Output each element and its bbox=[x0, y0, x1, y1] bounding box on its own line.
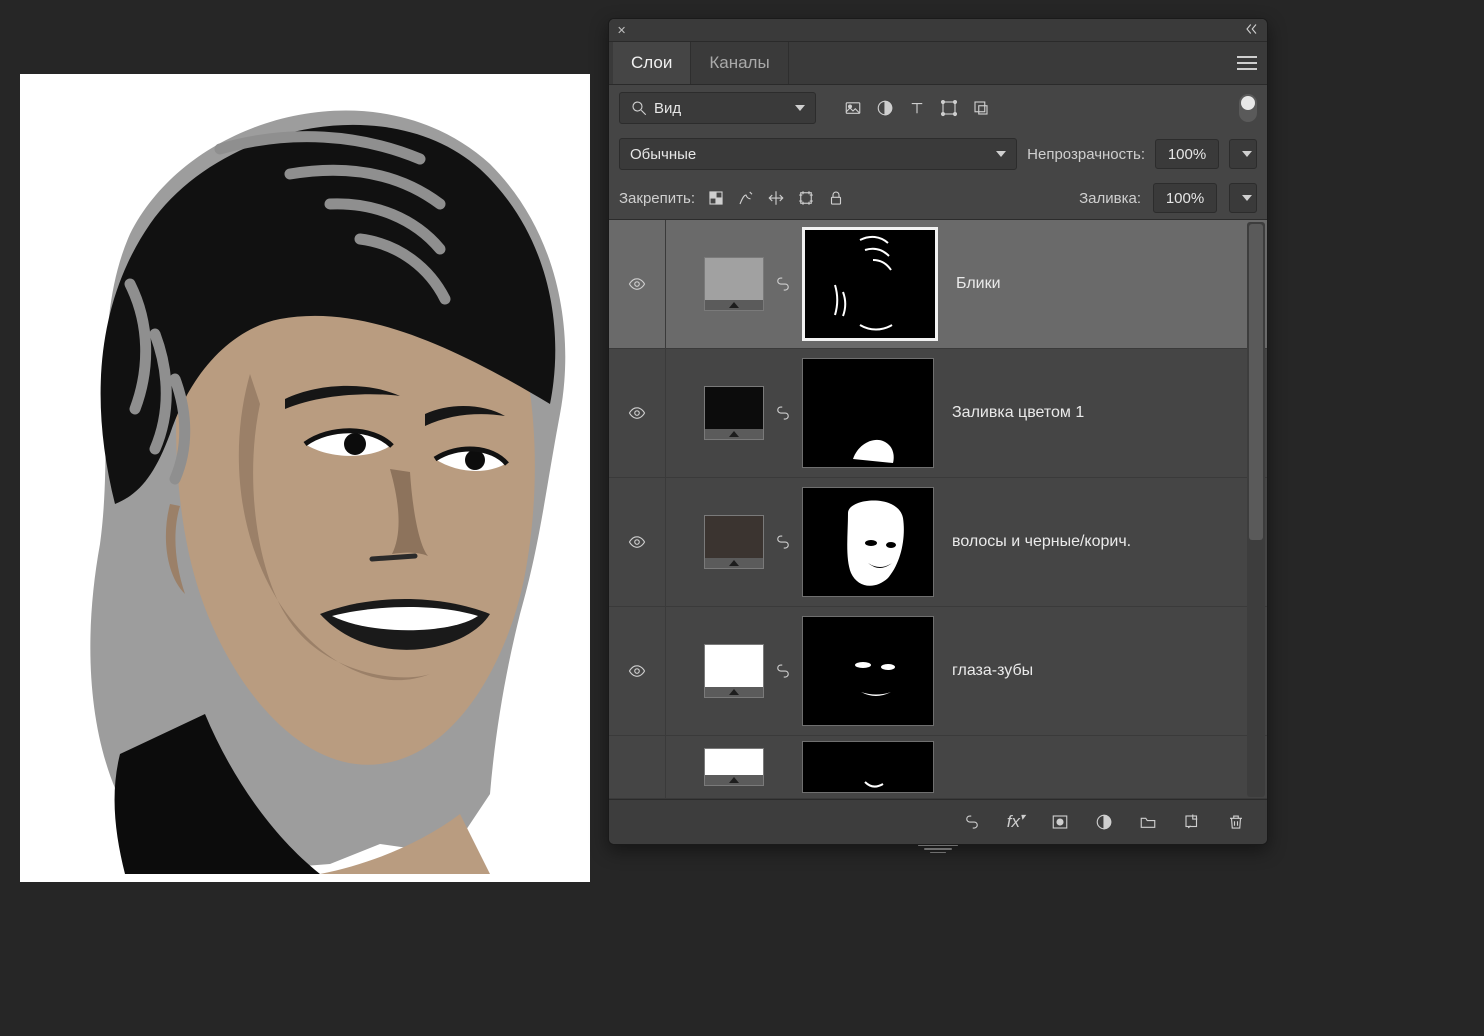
opacity-stepper[interactable] bbox=[1229, 139, 1257, 169]
visibility-toggle[interactable] bbox=[609, 736, 666, 798]
blend-mode-select[interactable]: Обычные bbox=[619, 138, 1017, 170]
opacity-label[interactable]: Непрозрачность: bbox=[1027, 146, 1145, 163]
filter-row: Вид bbox=[609, 85, 1267, 131]
visibility-toggle[interactable] bbox=[609, 607, 666, 735]
filter-type-icon[interactable] bbox=[908, 99, 926, 117]
layer-row[interactable]: Заливка цветом 1 bbox=[609, 349, 1267, 478]
filter-toggle[interactable] bbox=[1239, 94, 1257, 122]
collapse-icon[interactable] bbox=[1241, 20, 1259, 41]
layer-mask-thumb[interactable] bbox=[802, 616, 934, 726]
layer-name[interactable]: волосы и черные/корич. bbox=[952, 533, 1131, 551]
layer-mask-thumb[interactable] bbox=[802, 227, 938, 341]
layer-kind-label: Вид bbox=[654, 100, 681, 117]
layer-mask-thumb[interactable] bbox=[802, 487, 934, 597]
layers-list: Блики Заливка цветом 1 bbox=[609, 219, 1267, 799]
fill-value[interactable]: 100% bbox=[1153, 183, 1217, 213]
add-mask-icon[interactable] bbox=[1051, 813, 1069, 831]
layer-mask-thumb[interactable] bbox=[802, 358, 934, 468]
layer-name[interactable]: Заливка цветом 1 bbox=[952, 404, 1084, 422]
layer-fill-thumb[interactable] bbox=[704, 748, 764, 786]
mask-link-icon[interactable] bbox=[764, 533, 802, 551]
tab-layers[interactable]: Слои bbox=[613, 42, 691, 84]
blend-mode-value: Обычные bbox=[630, 146, 696, 163]
mask-link-icon[interactable] bbox=[764, 404, 802, 422]
lock-transparent-icon[interactable] bbox=[707, 189, 725, 207]
opacity-value[interactable]: 100% bbox=[1155, 139, 1219, 169]
lock-artboard-icon[interactable] bbox=[797, 189, 815, 207]
lock-row: Закрепить: Заливка: 100% bbox=[609, 177, 1267, 219]
new-layer-icon[interactable] bbox=[1183, 813, 1201, 831]
fill-stepper[interactable] bbox=[1229, 183, 1257, 213]
lock-label: Закрепить: bbox=[619, 190, 695, 207]
visibility-toggle[interactable] bbox=[609, 220, 666, 348]
layer-kind-select[interactable]: Вид bbox=[619, 92, 816, 124]
panel-titlebar[interactable]: ✕ bbox=[609, 19, 1267, 42]
filter-adjustment-icon[interactable] bbox=[876, 99, 894, 117]
visibility-toggle[interactable] bbox=[609, 349, 666, 477]
layer-fill-thumb[interactable] bbox=[704, 386, 764, 440]
filter-icons bbox=[844, 99, 990, 117]
close-icon[interactable]: ✕ bbox=[617, 24, 626, 37]
fx-icon[interactable]: fx▾ bbox=[1007, 812, 1025, 832]
layer-fill-thumb[interactable] bbox=[704, 257, 764, 311]
layer-row[interactable] bbox=[609, 736, 1267, 799]
blend-row: Обычные Непрозрачность: 100% bbox=[609, 131, 1267, 177]
resize-grip[interactable] bbox=[911, 845, 965, 853]
filter-smartobject-icon[interactable] bbox=[972, 99, 990, 117]
new-group-icon[interactable] bbox=[1139, 813, 1157, 831]
panel-tabs: Слои Каналы bbox=[609, 42, 1267, 85]
trash-icon[interactable] bbox=[1227, 813, 1245, 831]
mask-link-icon[interactable] bbox=[764, 662, 802, 680]
layer-fill-thumb[interactable] bbox=[704, 644, 764, 698]
layer-name[interactable]: глаза-зубы bbox=[952, 662, 1033, 680]
lock-all-icon[interactable] bbox=[827, 189, 845, 207]
link-layers-icon[interactable] bbox=[963, 813, 981, 831]
filter-shape-icon[interactable] bbox=[940, 99, 958, 117]
layer-fill-thumb[interactable] bbox=[704, 515, 764, 569]
fill-label[interactable]: Заливка: bbox=[1079, 190, 1141, 207]
lock-image-icon[interactable] bbox=[737, 189, 755, 207]
document-canvas[interactable] bbox=[20, 74, 590, 882]
layers-scrollbar[interactable] bbox=[1247, 222, 1265, 797]
layer-mask-thumb[interactable] bbox=[802, 741, 934, 793]
layer-name[interactable]: Блики bbox=[956, 275, 1001, 293]
layer-row[interactable]: Блики bbox=[609, 220, 1267, 349]
visibility-toggle[interactable] bbox=[609, 478, 666, 606]
adjustment-layer-icon[interactable] bbox=[1095, 813, 1113, 831]
tab-channels[interactable]: Каналы bbox=[691, 42, 788, 84]
panel-menu-icon[interactable] bbox=[1227, 56, 1267, 70]
layer-row[interactable]: глаза-зубы bbox=[609, 607, 1267, 736]
layers-panel: ✕ Слои Каналы Вид bbox=[608, 18, 1268, 845]
mask-link-icon[interactable] bbox=[764, 275, 802, 293]
panel-footer: fx▾ bbox=[609, 799, 1267, 844]
filter-pixel-icon[interactable] bbox=[844, 99, 862, 117]
lock-position-icon[interactable] bbox=[767, 189, 785, 207]
layer-row[interactable]: волосы и черные/корич. bbox=[609, 478, 1267, 607]
